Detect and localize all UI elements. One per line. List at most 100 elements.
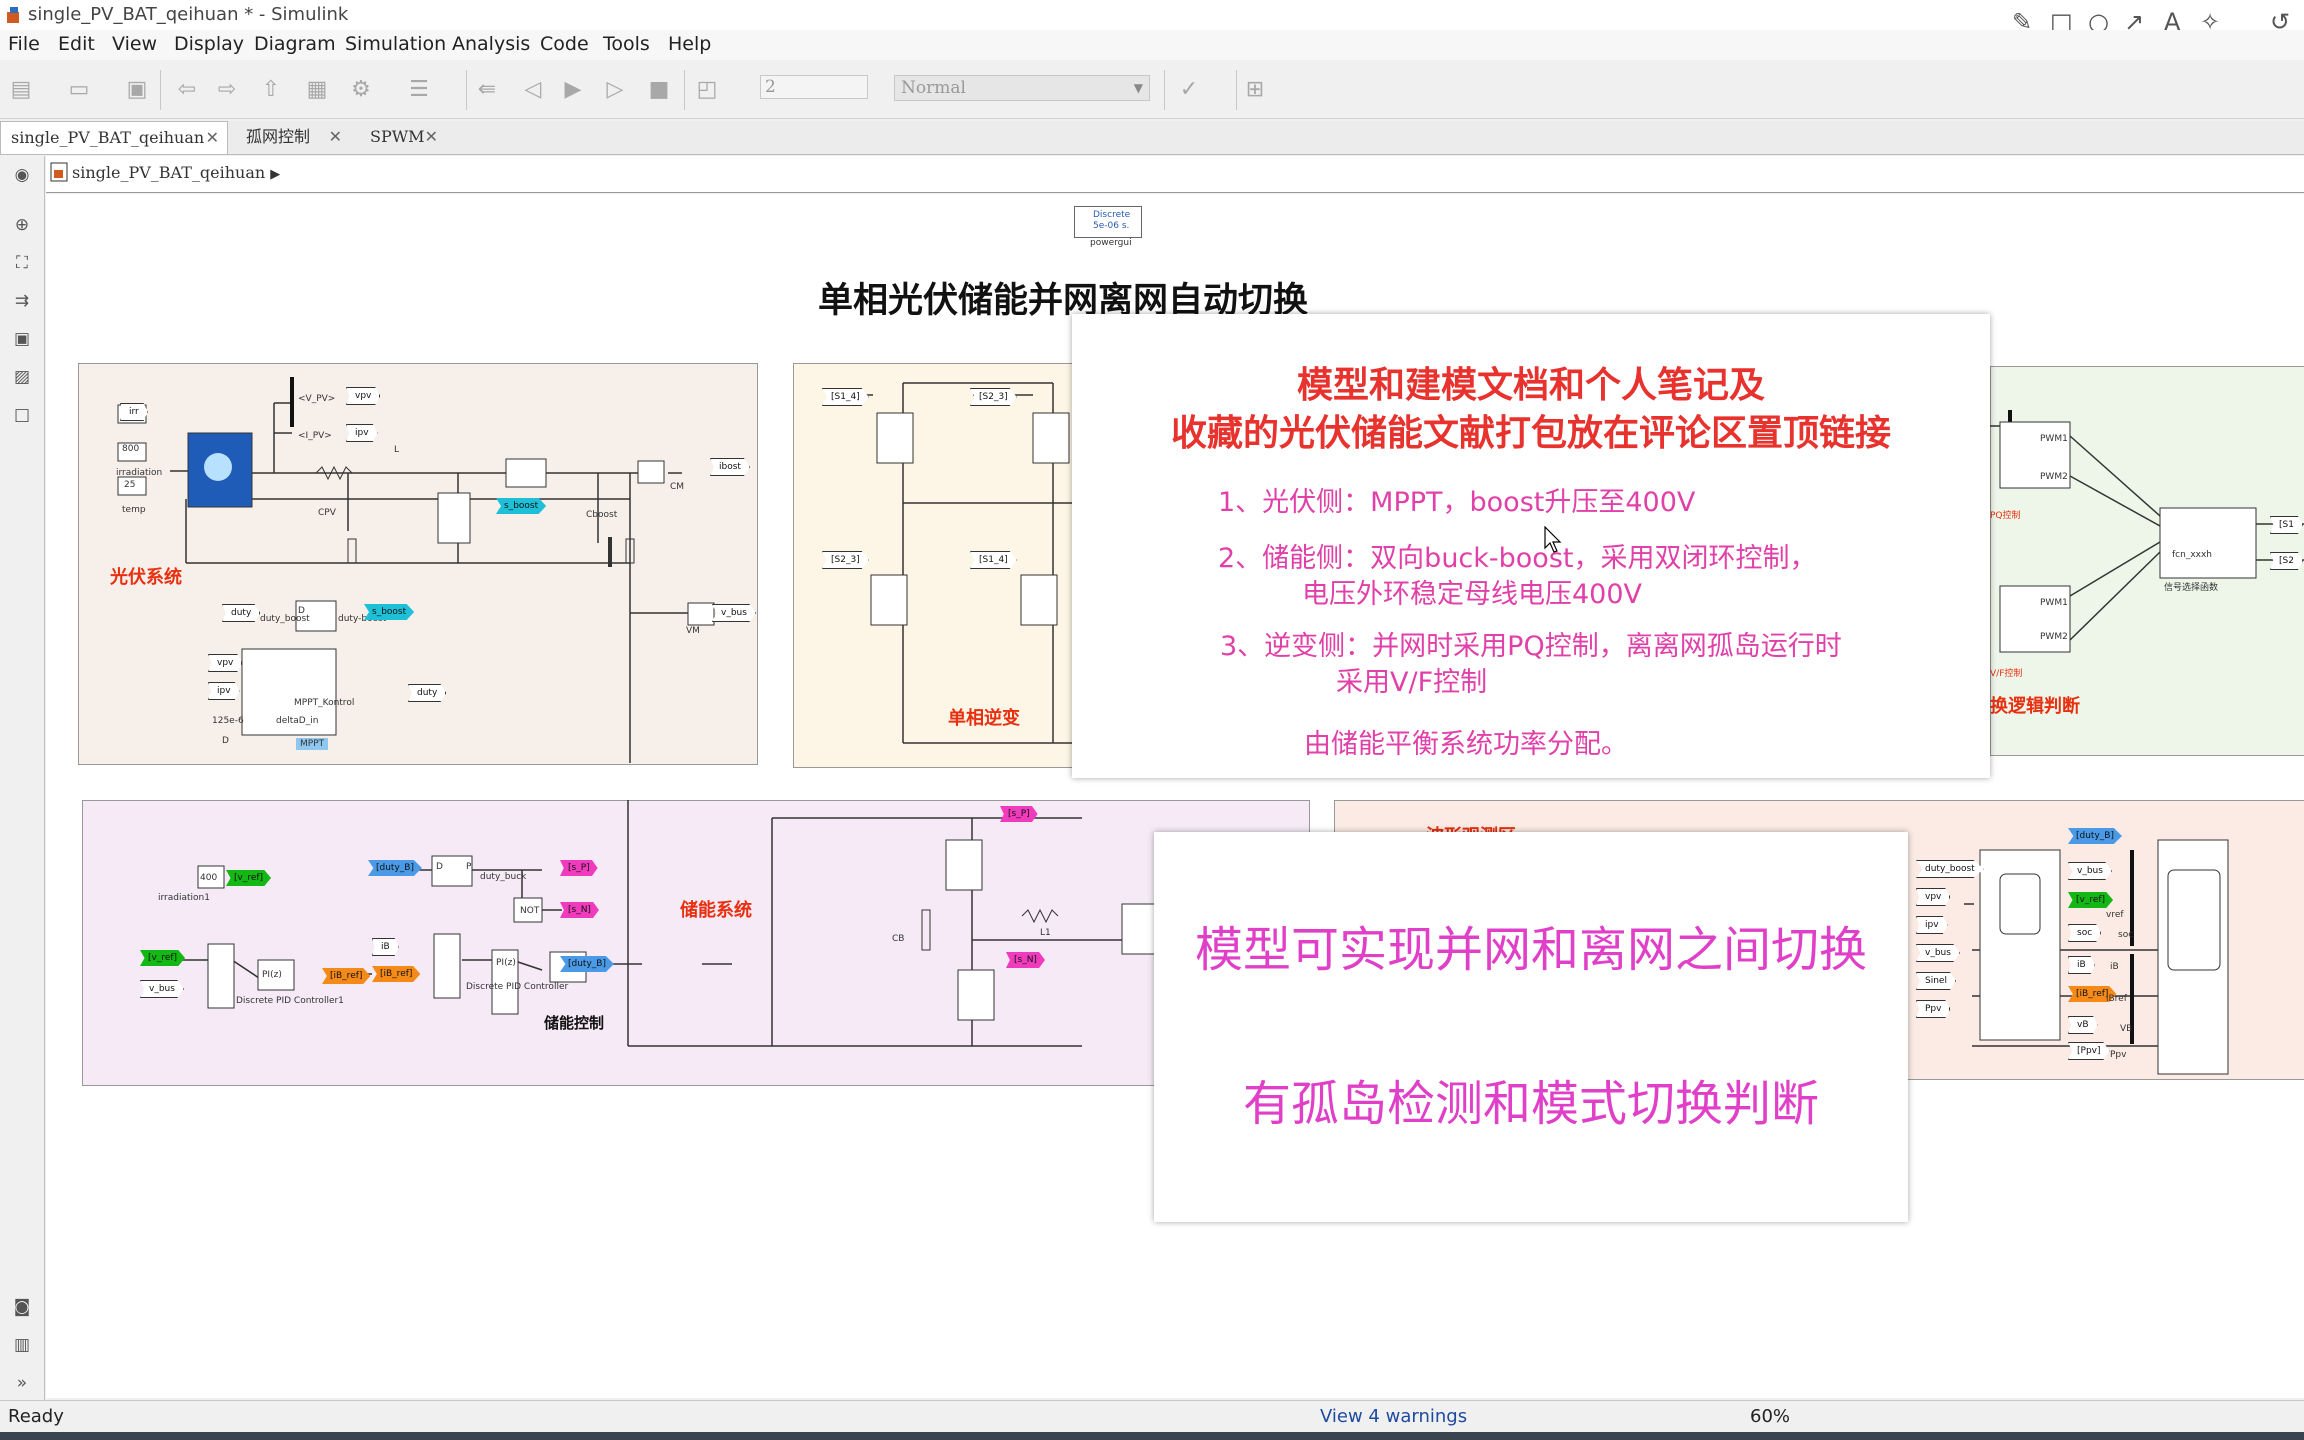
simulation-mode-select[interactable]: Normal ▼ <box>894 75 1150 101</box>
tag-m-v-ref[interactable]: [v_ref] <box>2068 892 2114 908</box>
tag-ipv-in[interactable]: ipv <box>208 682 240 700</box>
menu-view[interactable]: View <box>112 33 157 55</box>
mppt-block-label[interactable]: MPPT_Kontrol <box>294 698 354 708</box>
camera-icon[interactable]: ◙ <box>10 1296 34 1318</box>
tag-m-v-bus-2[interactable]: v_bus <box>2068 862 2112 880</box>
route-lines-icon[interactable]: ⇉ <box>10 290 34 312</box>
tag-m-ppv[interactable]: Ppv <box>1916 1000 1951 1018</box>
powergui-block[interactable]: Discrete 5e-06 s. <box>1074 206 1142 238</box>
image-icon[interactable]: ▨ <box>10 366 34 388</box>
tag-m-duty-b[interactable]: [duty_B] <box>2068 828 2122 844</box>
tag-vpv[interactable]: vpv <box>346 387 381 405</box>
tag-s1-out[interactable]: [S1 <box>2270 516 2303 534</box>
warnings-link[interactable]: View 4 warnings <box>1320 1406 1467 1427</box>
tag-s-n[interactable]: [s_N] <box>560 902 599 918</box>
stop-time-input[interactable]: 2 <box>760 75 868 99</box>
logic-pwm2-b: PWM2 <box>2040 632 2068 642</box>
tag-s-boost[interactable]: s_boost <box>496 498 547 514</box>
tag-ib[interactable]: iB <box>372 938 399 956</box>
tag-s2-out[interactable]: [S2 <box>2270 552 2303 570</box>
tag-s-p[interactable]: [s_P] <box>560 860 598 876</box>
tag-v-bus[interactable]: v_bus <box>712 604 756 622</box>
inverter-label: 单相逆变 <box>948 708 1020 729</box>
model-settings-icon[interactable]: ⚙ <box>348 77 374 103</box>
tab-island-control[interactable]: 孤网控制 ✕ <box>236 121 350 153</box>
tag-duty[interactable]: duty <box>222 604 261 622</box>
grid-icon[interactable]: ⊞ <box>1242 77 1268 103</box>
tag-ibost[interactable]: ibost <box>710 458 750 476</box>
tag-s2-3[interactable]: [S2_3] <box>970 388 1017 406</box>
step-back-one-icon[interactable]: ◁ <box>520 77 546 103</box>
run-icon[interactable]: ▶ <box>560 77 586 103</box>
tag-m-sinel[interactable]: Sinel <box>1916 972 1956 990</box>
tag-s-p-in[interactable]: [s_P] <box>1000 806 1038 822</box>
tag-m-vb[interactable]: vB <box>2068 1016 2098 1034</box>
storage-system-label: 储能系统 <box>680 900 752 921</box>
menu-diagram[interactable]: Diagram <box>254 33 336 55</box>
tag-m-vpv[interactable]: vpv <box>1916 888 1951 906</box>
annotation-icon[interactable]: ▣ <box>10 328 34 350</box>
tag-irr[interactable]: irr <box>120 403 148 421</box>
fit-view-icon[interactable]: ⛶ <box>10 252 34 274</box>
tag-m-ipv[interactable]: ipv <box>1916 916 1948 934</box>
area-icon[interactable]: □ <box>10 404 34 426</box>
library-browser-icon[interactable]: ▦ <box>304 77 330 103</box>
new-model-icon[interactable]: ▤ <box>8 77 34 103</box>
model-browser-icon[interactable]: ▥ <box>10 1334 34 1356</box>
forward-icon[interactable]: ⇨ <box>214 77 240 103</box>
tag-ib-ref-in[interactable]: [iB_ref] <box>372 966 421 982</box>
close-icon[interactable]: ✕ <box>425 121 438 153</box>
scope-icon[interactable]: ◰ <box>694 77 720 103</box>
stop-icon[interactable]: ■ <box>646 77 672 103</box>
save-icon[interactable]: ▣ <box>124 77 150 103</box>
storage-caption-piz: PI(z) <box>496 958 516 968</box>
tag-m-ppv-2[interactable]: [Ppv] <box>2068 1042 2110 1060</box>
tag-ib-ref[interactable]: [iB_ref] <box>322 968 371 984</box>
step-back-icon[interactable]: ⇚ <box>474 77 500 103</box>
model-explorer-icon[interactable]: ☰ <box>406 77 432 103</box>
menu-display[interactable]: Display <box>174 33 244 55</box>
tag-s1-4[interactable]: [S1_4] <box>822 388 869 406</box>
back-icon[interactable]: ⇦ <box>174 77 200 103</box>
close-icon[interactable]: ✕ <box>206 122 219 154</box>
breadcrumb[interactable]: single_PV_BAT_qeihuan ▶ <box>72 163 280 182</box>
tag-s-n-in[interactable]: [s_N] <box>1006 952 1045 968</box>
tag-vpv-in[interactable]: vpv <box>208 654 243 672</box>
tag-s-boost-out[interactable]: s_boost <box>364 604 415 620</box>
tag-v-ref[interactable]: [v_ref] <box>226 870 272 886</box>
pv-const-125e-6: 125e-6 <box>212 716 244 726</box>
tab-label: 孤网控制 <box>246 127 311 146</box>
up-icon[interactable]: ⇧ <box>258 77 284 103</box>
tab-spwm[interactable]: SPWM ✕ <box>360 121 446 153</box>
tag-v-ref-in[interactable]: [v_ref] <box>140 950 186 966</box>
tag-s2-3-b[interactable]: [S2_3] <box>822 551 869 569</box>
tag-v-bus-in[interactable]: v_bus <box>140 980 184 998</box>
menu-edit[interactable]: Edit <box>58 33 95 55</box>
storage-caption-d: D <box>436 862 443 872</box>
menu-analysis[interactable]: Analysis <box>452 33 530 55</box>
menu-help[interactable]: Help <box>668 33 711 55</box>
menu-simulation[interactable]: Simulation <box>345 33 446 55</box>
hide-browser-icon[interactable]: ◉ <box>10 164 34 186</box>
tag-m-v-bus[interactable]: v_bus <box>1916 944 1960 962</box>
tab-single-pv-bat[interactable]: single_PV_BAT_qeihuan ✕ <box>0 121 228 154</box>
menu-file[interactable]: File <box>8 33 40 55</box>
tag-m-duty-boost[interactable]: duty_boost <box>1916 860 1984 878</box>
logic-fcn[interactable]: fcn_xxxh <box>2172 550 2212 560</box>
tag-duty-out[interactable]: duty <box>408 684 447 702</box>
tag-duty-b-out[interactable]: [duty_B] <box>560 956 614 972</box>
tag-duty-b[interactable]: [duty_B] <box>368 860 422 876</box>
step-forward-icon[interactable]: ▷ <box>602 77 628 103</box>
tag-ipv[interactable]: ipv <box>346 424 378 442</box>
menu-tools[interactable]: Tools <box>603 33 650 55</box>
close-icon[interactable]: ✕ <box>329 121 342 153</box>
tag-s1-4-b[interactable]: [S1_4] <box>970 551 1017 569</box>
zoom-icon[interactable]: ⊕ <box>10 214 34 236</box>
address-bar <box>46 156 2304 193</box>
tag-m-soc[interactable]: soc <box>2068 924 2102 942</box>
tag-m-ib[interactable]: iB <box>2068 956 2095 974</box>
menu-code[interactable]: Code <box>540 33 589 55</box>
expand-icon[interactable]: » <box>10 1372 34 1394</box>
check-icon[interactable]: ✓ <box>1176 77 1202 103</box>
open-icon[interactable]: ▭ <box>66 77 92 103</box>
